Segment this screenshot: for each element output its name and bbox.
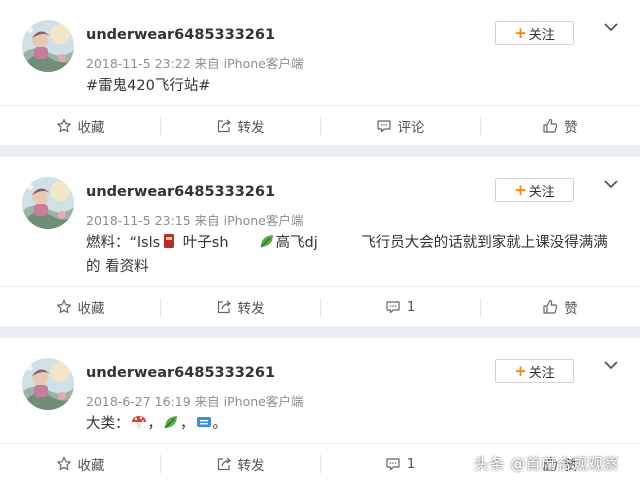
forward-button[interactable]: 转发 — [160, 106, 320, 145]
forward-icon — [216, 299, 232, 315]
ticket-emoji — [195, 413, 213, 431]
chevron-down-icon[interactable] — [603, 359, 619, 371]
comment-icon — [385, 456, 401, 472]
avatar[interactable] — [22, 358, 74, 410]
separator: ， — [180, 416, 195, 432]
comment-count: 1 — [406, 455, 416, 472]
like-button[interactable]: 赞 — [480, 287, 640, 326]
leaf-emoji — [258, 232, 276, 250]
favorite-button[interactable]: 收藏 — [0, 287, 160, 326]
like-icon — [542, 299, 558, 315]
post-card: underwear6485333261 2018-11-5 23:15 来自 i… — [0, 157, 640, 326]
favorite-button[interactable]: 收藏 — [0, 444, 160, 483]
separator: ， — [147, 416, 163, 432]
follow-label: 关注 — [528, 27, 555, 43]
leaf-emoji — [162, 413, 180, 431]
comment-icon — [376, 118, 392, 134]
content-part: 燃料：“lsls — [86, 235, 161, 251]
watermark: 头条 @首席合规观察 — [474, 455, 619, 473]
comment-label: 评论 — [397, 119, 425, 136]
plus-icon: + — [514, 181, 527, 199]
comment-button[interactable]: 评论 — [320, 106, 480, 145]
comment-button[interactable]: 1 — [320, 444, 480, 483]
favorite-label: 收藏 — [77, 457, 105, 474]
forward-label: 转发 — [237, 300, 265, 317]
star-icon — [56, 118, 72, 134]
content-part: 叶子sh — [182, 235, 229, 251]
content-part: 飞行员大会的话就到家就上课没得满满 — [361, 235, 608, 251]
content-part: 大类： — [86, 416, 130, 432]
avatar[interactable] — [22, 20, 74, 72]
follow-label: 关注 — [528, 365, 555, 381]
red-box-emoji — [160, 232, 178, 250]
star-icon — [56, 299, 72, 315]
follow-label: 关注 — [528, 184, 555, 200]
post-content: #雷鬼420飞行站# — [86, 78, 211, 94]
star-icon — [56, 456, 72, 472]
post-meta: 2018-6-27 16:19 来自 iPhone客户端 — [86, 394, 304, 409]
like-button[interactable]: 赞 — [480, 106, 640, 145]
favorite-button[interactable]: 收藏 — [0, 106, 160, 145]
like-label: 赞 — [564, 300, 578, 317]
forward-icon — [216, 118, 232, 134]
follow-button[interactable]: + 关注 — [495, 359, 574, 383]
content-end: 。 — [212, 416, 228, 432]
username[interactable]: underwear6485333261 — [86, 365, 275, 381]
username[interactable]: underwear6485333261 — [86, 184, 275, 200]
content-line: 的 看资料 — [86, 259, 149, 275]
action-bar: 收藏 转发 1 赞 — [0, 286, 640, 326]
comment-button[interactable]: 1 — [320, 287, 480, 326]
forward-button[interactable]: 转发 — [160, 444, 320, 483]
content-part: 高飞dj — [275, 235, 318, 251]
post-card: underwear6485333261 2018-11-5 23:22 来自 i… — [0, 0, 640, 145]
forward-label: 转发 — [237, 457, 265, 474]
follow-button[interactable]: + 关注 — [495, 178, 574, 202]
forward-label: 转发 — [237, 119, 265, 136]
redaction-mask — [228, 231, 258, 255]
like-label: 赞 — [564, 119, 578, 136]
forward-icon — [216, 456, 232, 472]
post-content: 燃料：“lsls 叶子sh 高飞dj 飞行员大会的话就到家就上课没得满满 的 看… — [86, 231, 626, 279]
action-bar: 收藏 转发 评论 赞 — [0, 105, 640, 145]
avatar-image — [22, 358, 74, 410]
post-content: 大类： ， ， 。 — [86, 412, 626, 436]
chevron-down-icon[interactable] — [603, 21, 619, 33]
plus-icon: + — [514, 362, 527, 380]
forward-button[interactable]: 转发 — [160, 287, 320, 326]
username[interactable]: underwear6485333261 — [86, 27, 275, 43]
avatar-image — [22, 20, 74, 72]
favorite-label: 收藏 — [77, 119, 105, 136]
favorite-label: 收藏 — [77, 300, 105, 317]
post-meta: 2018-11-5 23:22 来自 iPhone客户端 — [86, 56, 304, 71]
mushroom-emoji — [130, 413, 148, 431]
follow-button[interactable]: + 关注 — [495, 21, 574, 45]
redaction-mask — [317, 231, 362, 255]
avatar[interactable] — [22, 177, 74, 229]
comment-count: 1 — [406, 298, 416, 315]
comment-icon — [385, 299, 401, 315]
like-icon — [542, 118, 558, 134]
plus-icon: + — [514, 24, 527, 42]
post-meta: 2018-11-5 23:15 来自 iPhone客户端 — [86, 213, 304, 228]
chevron-down-icon[interactable] — [603, 178, 619, 190]
avatar-image — [22, 177, 74, 229]
